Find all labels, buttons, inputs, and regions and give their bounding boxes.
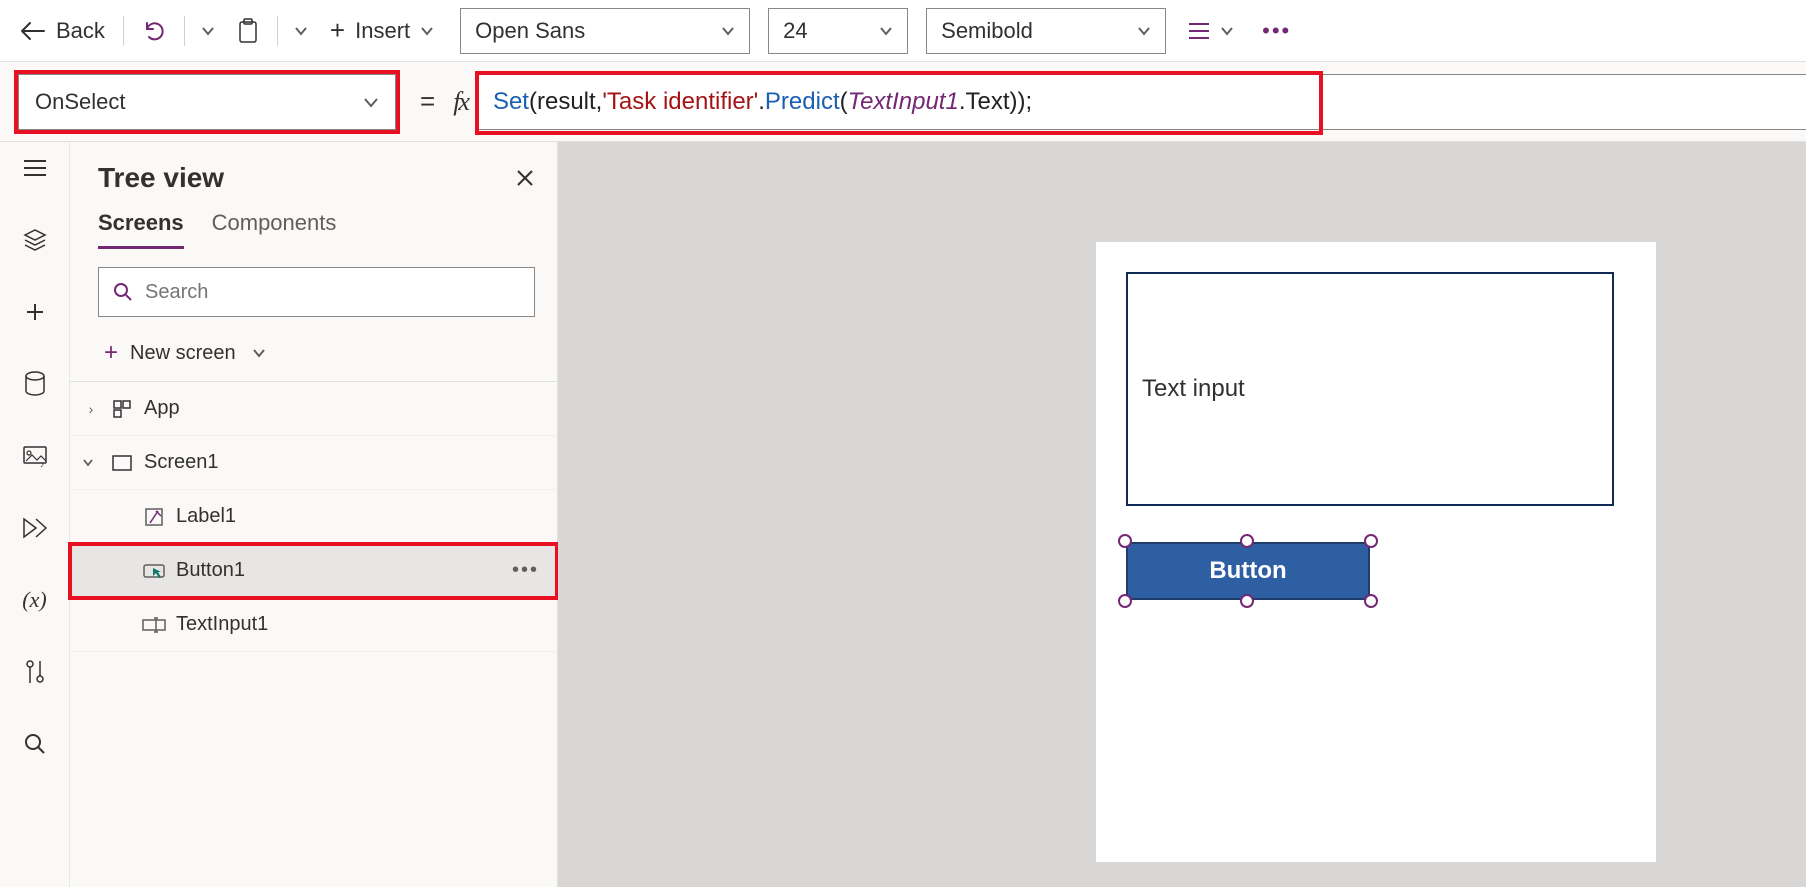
- formula-input[interactable]: Set(result, 'Task identifier'.Predict(Te…: [478, 74, 1806, 130]
- tree-node-screen1[interactable]: Screen1: [70, 436, 557, 490]
- plus-icon: +: [330, 15, 345, 46]
- data-icon[interactable]: [13, 362, 57, 406]
- variables-icon[interactable]: (x): [13, 578, 57, 622]
- tree-node-label: Screen1: [144, 451, 219, 474]
- search-icon: [113, 282, 133, 302]
- selection-handle-icon[interactable]: [1118, 594, 1132, 608]
- property-select[interactable]: OnSelect: [18, 74, 396, 130]
- tree-node-label: Button1: [176, 559, 245, 582]
- font-weight-select[interactable]: Semibold: [926, 8, 1166, 54]
- font-size-select[interactable]: 24: [768, 8, 908, 54]
- tab-components[interactable]: Components: [212, 210, 337, 249]
- canvas-text-input-value: Text input: [1142, 375, 1245, 403]
- font-family-select[interactable]: Open Sans: [460, 8, 750, 54]
- undo-dropdown[interactable]: [193, 11, 223, 51]
- tree-view-icon[interactable]: [13, 218, 57, 262]
- tab-screens[interactable]: Screens: [98, 210, 184, 249]
- insert-button[interactable]: + Insert: [320, 11, 444, 51]
- chevron-right-icon: ›: [82, 401, 100, 417]
- close-icon[interactable]: [515, 168, 535, 188]
- tools-icon[interactable]: [13, 650, 57, 694]
- tree-view-panel: Tree view Screens Components + New scree…: [70, 142, 558, 887]
- top-toolbar: Back + Insert Open Sans 24 Semibold •••: [0, 0, 1806, 62]
- undo-button[interactable]: [132, 11, 176, 51]
- svg-text:♪: ♪: [40, 460, 44, 467]
- formula-text: .: [758, 88, 765, 116]
- tree-search-box[interactable]: [98, 267, 535, 317]
- chevron-down-icon: [82, 458, 100, 468]
- formula-text: (result,: [529, 88, 602, 116]
- main-area: ♪ (x) Tree view Screens Components: [0, 142, 1806, 887]
- tree-node-button1[interactable]: Button1 •••: [70, 544, 557, 598]
- tree-node-label1[interactable]: Label1: [70, 490, 557, 544]
- selection-handle-icon[interactable]: [1364, 534, 1378, 548]
- canvas-text-input[interactable]: Text input: [1126, 272, 1614, 506]
- tree-search-input[interactable]: [145, 281, 520, 304]
- formula-bar: OnSelect = fx Set(result, 'Task identifi…: [0, 62, 1806, 142]
- tree-list: › App Screen1 Label1: [70, 381, 557, 652]
- fx-icon[interactable]: fx: [453, 87, 468, 117]
- formula-identifier: TextInput1: [848, 88, 959, 116]
- formula-predict-fn: Predict: [765, 88, 840, 116]
- tree-node-label: App: [144, 397, 180, 420]
- canvas-button-label: Button: [1209, 557, 1286, 585]
- plus-icon: +: [104, 339, 118, 367]
- formula-text: .Text));: [959, 88, 1032, 116]
- tree-node-textinput1[interactable]: TextInput1: [70, 598, 557, 652]
- textinput-icon: [142, 617, 166, 633]
- tree-node-app[interactable]: › App: [70, 382, 557, 436]
- tree-view-title: Tree view: [98, 162, 224, 194]
- toolbar-separator: [277, 16, 278, 46]
- paste-dropdown[interactable]: [286, 11, 316, 51]
- search-rail-icon[interactable]: [13, 722, 57, 766]
- left-rail: ♪ (x): [0, 142, 70, 887]
- new-screen-button[interactable]: + New screen: [70, 329, 557, 381]
- tree-tabs: Screens Components: [70, 202, 557, 249]
- tree-node-label: TextInput1: [176, 613, 268, 636]
- screen-icon: [110, 455, 134, 471]
- back-button[interactable]: Back: [10, 11, 115, 51]
- selection-handle-icon[interactable]: [1118, 534, 1132, 548]
- tree-node-more-icon[interactable]: •••: [512, 559, 539, 582]
- canvas-area[interactable]: Text input Button: [558, 142, 1806, 887]
- formula-text: (: [840, 88, 848, 116]
- insert-rail-icon[interactable]: [13, 290, 57, 334]
- font-family-value: Open Sans: [475, 18, 585, 44]
- selection-handle-icon[interactable]: [1240, 594, 1254, 608]
- back-arrow-icon: [20, 21, 46, 41]
- formula-set-fn: Set: [493, 88, 529, 116]
- hamburger-menu-icon[interactable]: [13, 146, 57, 190]
- selection-handle-icon[interactable]: [1364, 594, 1378, 608]
- toolbar-separator: [123, 16, 124, 46]
- font-size-value: 24: [783, 18, 807, 44]
- app-icon: [110, 399, 134, 419]
- back-label: Back: [56, 18, 105, 44]
- canvas-button[interactable]: Button: [1126, 542, 1370, 600]
- toolbar-more-button[interactable]: •••: [1252, 11, 1301, 51]
- label-icon: [142, 507, 166, 527]
- text-align-button[interactable]: [1188, 22, 1234, 40]
- property-value: OnSelect: [35, 89, 126, 115]
- font-weight-value: Semibold: [941, 18, 1033, 44]
- power-automate-icon[interactable]: [13, 506, 57, 550]
- insert-label: Insert: [355, 18, 410, 44]
- app-preview-screen[interactable]: Text input Button: [1096, 242, 1656, 862]
- selection-handle-icon[interactable]: [1240, 534, 1254, 548]
- button-icon: [142, 562, 166, 580]
- tree-node-label: Label1: [176, 505, 236, 528]
- paste-button[interactable]: [227, 11, 269, 51]
- canvas-button-selection[interactable]: Button: [1118, 534, 1378, 608]
- media-icon[interactable]: ♪: [13, 434, 57, 478]
- equals-sign: =: [420, 86, 435, 117]
- new-screen-label: New screen: [130, 342, 236, 365]
- toolbar-separator: [184, 16, 185, 46]
- formula-string: 'Task identifier': [602, 88, 758, 116]
